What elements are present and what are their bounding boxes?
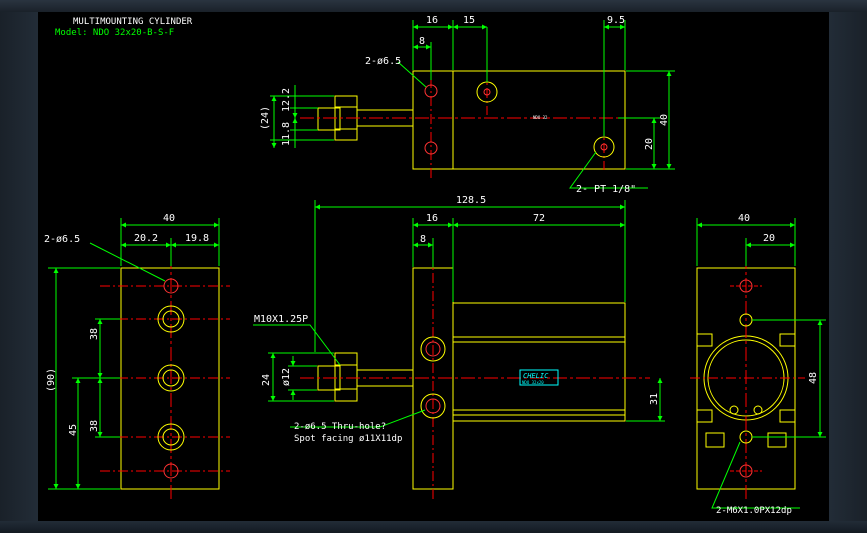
dim-8-top: 8: [419, 36, 425, 47]
dim-8-front: 8: [420, 234, 426, 245]
model-label: Model: NDO 32x20-B-S-F: [55, 28, 174, 38]
drawing-title: MULTIMOUNTING CYLINDER: [73, 17, 193, 27]
window-right-frame: [829, 12, 867, 522]
dim-45-left: 45: [68, 424, 79, 436]
dim-128-5-front: 128.5: [456, 195, 486, 206]
dim-40-top: 40: [659, 114, 670, 126]
window-left-frame: [0, 12, 38, 522]
dim-38b-left: 38: [89, 420, 100, 432]
callout-holes-front-1: 2-ø6.5 Thru-hole?: [294, 422, 386, 432]
dim-16-top: 16: [426, 15, 438, 26]
dim-20-2-left: 20.2: [134, 233, 158, 244]
dim-31-front: 31: [649, 393, 660, 405]
callout-holes-left: 2-ø6.5: [44, 234, 80, 245]
top-view: 16 15 9.5 8 2-ø6.5 2- PT 1/8" NDO 32 (24…: [260, 15, 675, 195]
dim-15-top: 15: [463, 15, 475, 26]
dim-38a-left: 38: [89, 328, 100, 340]
callout-thread-front: M10X1.25P: [254, 314, 308, 325]
dim-19-8-left: 19.8: [185, 233, 209, 244]
front-rod-nut: [334, 352, 358, 402]
dim-9-5-top: 9.5: [607, 15, 625, 26]
dim-48-right: 48: [808, 372, 819, 384]
callout-holes-front-2: Spot facing ø11X11dp: [294, 434, 402, 444]
dim-40-right: 40: [738, 213, 750, 224]
dim-11-8-top: 11.8: [281, 122, 292, 146]
callout-port-top: 2- PT 1/8": [576, 184, 636, 195]
dim-24-front: 24: [261, 374, 272, 386]
callout-holes-top: 2-ø6.5: [365, 56, 401, 67]
front-view: 128.5 16 72 8 M10X1.25P 2-ø6.5 Thru-hole…: [253, 195, 665, 500]
window-bottom-frame: [0, 521, 867, 533]
right-view: 40 20 48 2-M6X1.0PX12dp: [690, 213, 826, 516]
dim-90-left: (90): [46, 368, 57, 392]
cad-drawing-canvas[interactable]: MULTIMOUNTING CYLINDER Model: NDO 32x20-…: [38, 12, 829, 521]
dim-72-front: 72: [533, 213, 545, 224]
top-body-outline: [412, 70, 626, 170]
dim-20-top: 20: [644, 138, 655, 150]
left-view: 40 20.2 19.8 2-ø6.5 (90) 45 38 38: [44, 213, 230, 500]
top-nameplate: NDO 32: [533, 115, 548, 120]
callout-thread-right: 2-M6X1.0PX12dp: [716, 506, 792, 516]
dim-12-2-top: 12.2: [281, 88, 292, 112]
dim-20-right: 20: [763, 233, 775, 244]
dim-40-left: 40: [163, 213, 175, 224]
dim-24-top: (24): [260, 106, 271, 130]
dim-phi12-front: ø12: [281, 368, 292, 386]
dim-16-front: 16: [426, 213, 438, 224]
front-body-outline: [452, 302, 626, 422]
brand-logo: CHELIC: [523, 372, 549, 380]
drawing-svg: MULTIMOUNTING CYLINDER Model: NDO 32x20-…: [44, 15, 826, 516]
window-top-frame: [0, 0, 867, 12]
brand-model: NDO 32x20: [522, 380, 544, 385]
